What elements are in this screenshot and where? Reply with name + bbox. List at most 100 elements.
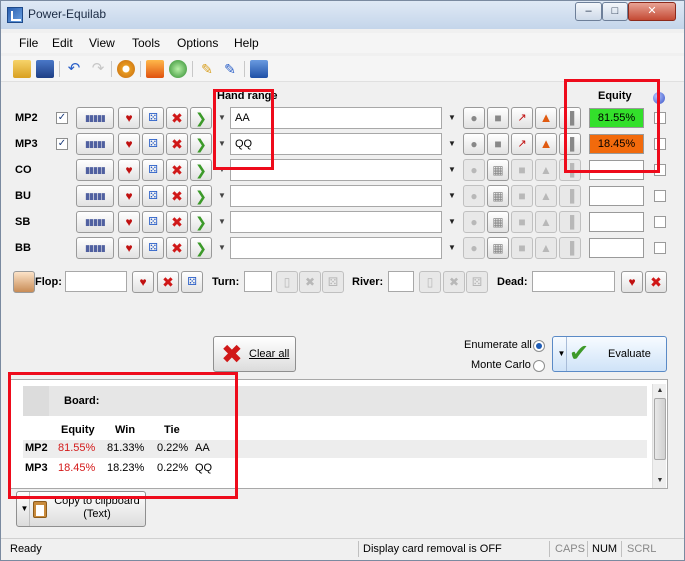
chevron-down-icon[interactable]: ▼ (445, 133, 459, 155)
pencil-icon[interactable]: ✎ (198, 60, 216, 78)
calculator-icon[interactable]: ▦ (487, 185, 509, 207)
graph-icon[interactable]: ↗ (511, 133, 533, 155)
save-icon[interactable] (36, 60, 54, 78)
menu-tools[interactable]: Tools (132, 36, 160, 50)
random-hand-icon[interactable]: ⚄ (142, 107, 164, 129)
player-checkbox[interactable]: ✓ (56, 138, 68, 150)
graph-icon[interactable]: ↗ (511, 107, 533, 129)
scroll-thumb[interactable] (654, 398, 666, 460)
card-picker-icon[interactable]: ♥ (118, 107, 140, 129)
range-square-icon[interactable]: ■ (487, 107, 509, 129)
clear-range-icon[interactable]: ✖ (166, 133, 188, 155)
redo-icon[interactable]: ↷ (89, 60, 107, 78)
toolbar-separator (140, 61, 141, 77)
refresh-icon[interactable] (169, 60, 187, 78)
chevron-down-icon[interactable]: ▼ (216, 237, 228, 259)
range-square-icon[interactable]: ■ (487, 133, 509, 155)
arrow-right-icon[interactable]: ❯ (190, 107, 212, 129)
random-hand-icon[interactable]: ⚄ (142, 211, 164, 233)
card-picker-icon[interactable]: ♥ (118, 133, 140, 155)
menu-file[interactable]: File (19, 36, 38, 50)
weight-circle-icon[interactable]: ● (463, 107, 485, 129)
range-matrix-icon[interactable]: ▮▮▮▮▮ (76, 159, 114, 181)
flop-input[interactable] (65, 271, 127, 292)
menu-options[interactable]: Options (177, 36, 218, 50)
random-hand-icon[interactable]: ⚄ (142, 159, 164, 181)
calculator-icon[interactable]: ▦ (487, 211, 509, 233)
hand-range-input[interactable] (230, 237, 442, 259)
card-picker-icon[interactable]: ♥ (118, 185, 140, 207)
book-icon[interactable] (250, 60, 268, 78)
chevron-down-icon[interactable]: ▼ (445, 159, 459, 181)
maximize-button[interactable]: □ (602, 2, 628, 21)
clear-range-icon[interactable]: ✖ (166, 107, 188, 129)
calculator-icon[interactable]: ▦ (487, 237, 509, 259)
weight-circle-icon[interactable]: ● (463, 133, 485, 155)
undo-icon[interactable]: ↶ (65, 60, 83, 78)
flame-calculator-icon[interactable] (146, 60, 164, 78)
range-matrix-icon[interactable]: ▮▮▮▮▮ (76, 107, 114, 129)
flame-icon[interactable]: ▲ (535, 133, 557, 155)
minimize-button[interactable]: – (575, 2, 602, 21)
menu-help[interactable]: Help (234, 36, 259, 50)
player-avatar-icon[interactable] (13, 271, 35, 293)
chevron-down-icon[interactable]: ▼ (445, 185, 459, 207)
chevron-down-icon[interactable]: ▼ (216, 185, 228, 207)
range-matrix-icon[interactable]: ▮▮▮▮▮ (76, 185, 114, 207)
edit-pen-icon[interactable]: ✎ (221, 60, 239, 78)
hand-range-input[interactable] (230, 211, 442, 233)
calculator-icon[interactable]: ▦ (487, 159, 509, 181)
arrow-right-icon[interactable]: ❯ (190, 159, 212, 181)
clear-range-icon[interactable]: ✖ (166, 211, 188, 233)
clear-range-icon[interactable]: ✖ (166, 185, 188, 207)
clear-flop-icon[interactable]: ✖ (157, 271, 179, 293)
dead-label: Dead: (497, 276, 528, 288)
equity-lock-checkbox[interactable] (654, 216, 666, 228)
arrow-right-icon[interactable]: ❯ (190, 133, 212, 155)
random-flop-icon[interactable]: ⚄ (181, 271, 203, 293)
equity-lock-checkbox[interactable] (654, 242, 666, 254)
chevron-down-icon[interactable]: ▼ (445, 211, 459, 233)
arrow-right-icon[interactable]: ❯ (190, 211, 212, 233)
chevron-down-icon[interactable]: ▼ (445, 237, 459, 259)
arrow-right-icon[interactable]: ❯ (190, 237, 212, 259)
open-folder-icon[interactable] (13, 60, 31, 78)
card-picker-icon[interactable]: ♥ (118, 237, 140, 259)
card-picker-icon[interactable]: ♥ (118, 159, 140, 181)
card-picker-icon[interactable]: ♥ (621, 271, 643, 293)
range-matrix-icon[interactable]: ▮▮▮▮▮ (76, 237, 114, 259)
hand-range-input[interactable] (230, 185, 442, 207)
turn-input[interactable] (244, 271, 272, 292)
flame-icon[interactable]: ▲ (535, 107, 557, 129)
menu-view[interactable]: View (89, 36, 115, 50)
range-matrix-icon[interactable]: ▮▮▮▮▮ (76, 133, 114, 155)
clear-range-icon[interactable]: ✖ (166, 237, 188, 259)
clear-dead-icon[interactable]: ✖ (645, 271, 667, 293)
player-checkbox[interactable]: ✓ (56, 112, 68, 124)
dead-input[interactable] (532, 271, 615, 292)
title-bar[interactable]: Power-Equilab – □ ✕ (1, 1, 684, 29)
gear-icon[interactable] (117, 60, 135, 78)
clear-range-icon[interactable]: ✖ (166, 159, 188, 181)
scroll-down-icon[interactable]: ▼ (653, 474, 667, 487)
random-hand-icon[interactable]: ⚄ (142, 237, 164, 259)
results-scrollbar[interactable]: ▲ ▼ (652, 384, 666, 488)
chevron-down-icon[interactable]: ▼ (445, 107, 459, 129)
close-button[interactable]: ✕ (628, 2, 676, 21)
card-picker-icon[interactable]: ♥ (132, 271, 154, 293)
scroll-up-icon[interactable]: ▲ (653, 384, 667, 397)
chevron-down-icon[interactable]: ▼ (216, 211, 228, 233)
card-picker-icon[interactable]: ♥ (118, 211, 140, 233)
random-hand-icon[interactable]: ⚄ (142, 133, 164, 155)
monte-carlo-radio[interactable] (533, 360, 545, 372)
evaluate-button[interactable]: ▼ ✔ Evaluate (552, 336, 667, 372)
arrow-right-icon[interactable]: ❯ (190, 185, 212, 207)
chevron-down-icon[interactable]: ▼ (557, 337, 567, 371)
random-hand-icon[interactable]: ⚄ (142, 185, 164, 207)
menu-edit[interactable]: Edit (52, 36, 73, 50)
equity-lock-checkbox[interactable] (654, 190, 666, 202)
clear-all-button[interactable]: ✖ Clear all (213, 336, 296, 372)
river-input[interactable] (388, 271, 414, 292)
range-matrix-icon[interactable]: ▮▮▮▮▮ (76, 211, 114, 233)
enumerate-all-radio[interactable] (533, 340, 545, 352)
